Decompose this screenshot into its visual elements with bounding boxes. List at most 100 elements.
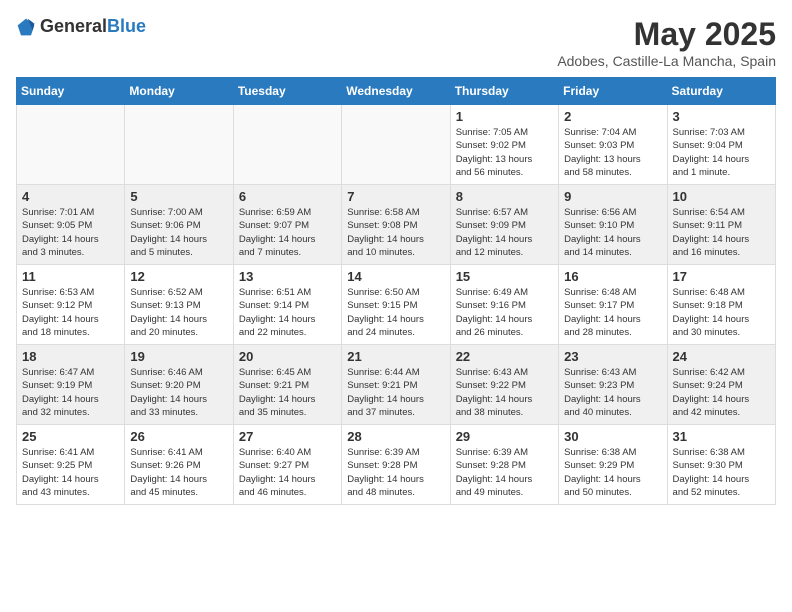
calendar-cell: 21 Sunrise: 6:44 AM Sunset: 9:21 PM Dayli… — [342, 345, 450, 425]
day-info: Sunrise: 6:48 AM Sunset: 9:17 PM Dayligh… — [564, 286, 661, 339]
day-info: Sunrise: 7:05 AM Sunset: 9:02 PM Dayligh… — [456, 126, 553, 179]
day-number: 8 — [456, 189, 553, 204]
day-info: Sunrise: 6:56 AM Sunset: 9:10 PM Dayligh… — [564, 206, 661, 259]
calendar-cell — [342, 105, 450, 185]
day-number: 30 — [564, 429, 661, 444]
col-header-friday: Friday — [559, 78, 667, 105]
day-number: 27 — [239, 429, 336, 444]
day-number: 24 — [673, 349, 770, 364]
day-info: Sunrise: 6:43 AM Sunset: 9:22 PM Dayligh… — [456, 366, 553, 419]
day-info: Sunrise: 6:41 AM Sunset: 9:25 PM Dayligh… — [22, 446, 119, 499]
calendar-cell: 7Sunrise: 6:58 AM Sunset: 9:08 PM Daylig… — [342, 185, 450, 265]
day-number: 15 — [456, 269, 553, 284]
month-title: May 2025 — [557, 16, 776, 53]
week-row-5: 25 Sunrise: 6:41 AM Sunset: 9:25 PM Dayli… — [17, 425, 776, 505]
day-info: Sunrise: 6:52 AM Sunset: 9:13 PM Dayligh… — [130, 286, 227, 339]
calendar-cell: 5 Sunrise: 7:00 AM Sunset: 9:06 PM Daylig… — [125, 185, 233, 265]
calendar-cell: 31Sunrise: 6:38 AM Sunset: 9:30 PM Dayli… — [667, 425, 775, 505]
day-info: Sunrise: 6:44 AM Sunset: 9:21 PM Dayligh… — [347, 366, 444, 419]
col-header-saturday: Saturday — [667, 78, 775, 105]
day-info: Sunrise: 6:48 AM Sunset: 9:18 PM Dayligh… — [673, 286, 770, 339]
calendar-cell: 12Sunrise: 6:52 AM Sunset: 9:13 PM Dayli… — [125, 265, 233, 345]
day-number: 19 — [130, 349, 227, 364]
col-header-thursday: Thursday — [450, 78, 558, 105]
calendar-cell: 8 Sunrise: 6:57 AM Sunset: 9:09 PM Daylig… — [450, 185, 558, 265]
header-row: SundayMondayTuesdayWednesdayThursdayFrid… — [17, 78, 776, 105]
day-number: 22 — [456, 349, 553, 364]
day-number: 5 — [130, 189, 227, 204]
day-number: 1 — [456, 109, 553, 124]
calendar-cell: 2 Sunrise: 7:04 AM Sunset: 9:03 PM Daylig… — [559, 105, 667, 185]
day-info: Sunrise: 6:51 AM Sunset: 9:14 PM Dayligh… — [239, 286, 336, 339]
day-number: 26 — [130, 429, 227, 444]
day-number: 6 — [239, 189, 336, 204]
day-info: Sunrise: 6:42 AM Sunset: 9:24 PM Dayligh… — [673, 366, 770, 419]
calendar-cell: 6 Sunrise: 6:59 AM Sunset: 9:07 PM Daylig… — [233, 185, 341, 265]
day-info: Sunrise: 6:39 AM Sunset: 9:28 PM Dayligh… — [456, 446, 553, 499]
calendar-cell: 29 Sunrise: 6:39 AM Sunset: 9:28 PM Dayli… — [450, 425, 558, 505]
day-info: Sunrise: 6:46 AM Sunset: 9:20 PM Dayligh… — [130, 366, 227, 419]
logo: GeneralBlue — [16, 16, 146, 37]
calendar-cell: 22 Sunrise: 6:43 AM Sunset: 9:22 PM Dayli… — [450, 345, 558, 425]
location-title: Adobes, Castille-La Mancha, Spain — [557, 53, 776, 69]
calendar-cell: 4 Sunrise: 7:01 AM Sunset: 9:05 PM Daylig… — [17, 185, 125, 265]
day-number: 13 — [239, 269, 336, 284]
calendar-cell: 11 Sunrise: 6:53 AM Sunset: 9:12 PM Dayli… — [17, 265, 125, 345]
calendar-cell: 30Sunrise: 6:38 AM Sunset: 9:29 PM Dayli… — [559, 425, 667, 505]
week-row-2: 4 Sunrise: 7:01 AM Sunset: 9:05 PM Daylig… — [17, 185, 776, 265]
day-number: 25 — [22, 429, 119, 444]
day-info: Sunrise: 6:53 AM Sunset: 9:12 PM Dayligh… — [22, 286, 119, 339]
day-info: Sunrise: 6:43 AM Sunset: 9:23 PM Dayligh… — [564, 366, 661, 419]
day-number: 18 — [22, 349, 119, 364]
col-header-sunday: Sunday — [17, 78, 125, 105]
calendar-cell: 13 Sunrise: 6:51 AM Sunset: 9:14 PM Dayli… — [233, 265, 341, 345]
day-number: 10 — [673, 189, 770, 204]
calendar-cell — [233, 105, 341, 185]
calendar-cell: 27Sunrise: 6:40 AM Sunset: 9:27 PM Dayli… — [233, 425, 341, 505]
day-info: Sunrise: 6:59 AM Sunset: 9:07 PM Dayligh… — [239, 206, 336, 259]
day-info: Sunrise: 6:54 AM Sunset: 9:11 PM Dayligh… — [673, 206, 770, 259]
day-number: 28 — [347, 429, 444, 444]
day-info: Sunrise: 6:45 AM Sunset: 9:21 PM Dayligh… — [239, 366, 336, 419]
day-number: 11 — [22, 269, 119, 284]
day-info: Sunrise: 7:00 AM Sunset: 9:06 PM Dayligh… — [130, 206, 227, 259]
calendar-cell: 9Sunrise: 6:56 AM Sunset: 9:10 PM Daylig… — [559, 185, 667, 265]
calendar-table: SundayMondayTuesdayWednesdayThursdayFrid… — [16, 77, 776, 505]
col-header-wednesday: Wednesday — [342, 78, 450, 105]
title-area: May 2025 Adobes, Castille-La Mancha, Spa… — [557, 16, 776, 69]
calendar-cell: 1 Sunrise: 7:05 AM Sunset: 9:02 PM Daylig… — [450, 105, 558, 185]
calendar-cell: 17Sunrise: 6:48 AM Sunset: 9:18 PM Dayli… — [667, 265, 775, 345]
day-number: 23 — [564, 349, 661, 364]
calendar-cell: 14 Sunrise: 6:50 AM Sunset: 9:15 PM Dayli… — [342, 265, 450, 345]
day-info: Sunrise: 7:03 AM Sunset: 9:04 PM Dayligh… — [673, 126, 770, 179]
calendar-cell: 26 Sunrise: 6:41 AM Sunset: 9:26 PM Dayli… — [125, 425, 233, 505]
day-info: Sunrise: 6:50 AM Sunset: 9:15 PM Dayligh… — [347, 286, 444, 339]
day-info: Sunrise: 6:41 AM Sunset: 9:26 PM Dayligh… — [130, 446, 227, 499]
day-info: Sunrise: 6:49 AM Sunset: 9:16 PM Dayligh… — [456, 286, 553, 339]
day-number: 3 — [673, 109, 770, 124]
day-info: Sunrise: 7:04 AM Sunset: 9:03 PM Dayligh… — [564, 126, 661, 179]
day-number: 16 — [564, 269, 661, 284]
week-row-4: 18 Sunrise: 6:47 AM Sunset: 9:19 PM Dayli… — [17, 345, 776, 425]
day-info: Sunrise: 6:57 AM Sunset: 9:09 PM Dayligh… — [456, 206, 553, 259]
calendar-cell: 15 Sunrise: 6:49 AM Sunset: 9:16 PM Dayli… — [450, 265, 558, 345]
day-number: 7 — [347, 189, 444, 204]
logo-blue: Blue — [107, 16, 146, 36]
day-info: Sunrise: 6:47 AM Sunset: 9:19 PM Dayligh… — [22, 366, 119, 419]
day-number: 4 — [22, 189, 119, 204]
day-number: 29 — [456, 429, 553, 444]
week-row-3: 11 Sunrise: 6:53 AM Sunset: 9:12 PM Dayli… — [17, 265, 776, 345]
calendar-cell: 18 Sunrise: 6:47 AM Sunset: 9:19 PM Dayli… — [17, 345, 125, 425]
day-info: Sunrise: 6:38 AM Sunset: 9:30 PM Dayligh… — [673, 446, 770, 499]
calendar-cell: 3 Sunrise: 7:03 AM Sunset: 9:04 PM Daylig… — [667, 105, 775, 185]
col-header-tuesday: Tuesday — [233, 78, 341, 105]
day-number: 21 — [347, 349, 444, 364]
day-number: 2 — [564, 109, 661, 124]
calendar-cell: 10 Sunrise: 6:54 AM Sunset: 9:11 PM Dayli… — [667, 185, 775, 265]
calendar-cell: 20Sunrise: 6:45 AM Sunset: 9:21 PM Dayli… — [233, 345, 341, 425]
day-info: Sunrise: 7:01 AM Sunset: 9:05 PM Dayligh… — [22, 206, 119, 259]
calendar-cell — [17, 105, 125, 185]
logo-icon — [16, 17, 36, 37]
day-number: 14 — [347, 269, 444, 284]
calendar-cell: 23 Sunrise: 6:43 AM Sunset: 9:23 PM Dayli… — [559, 345, 667, 425]
